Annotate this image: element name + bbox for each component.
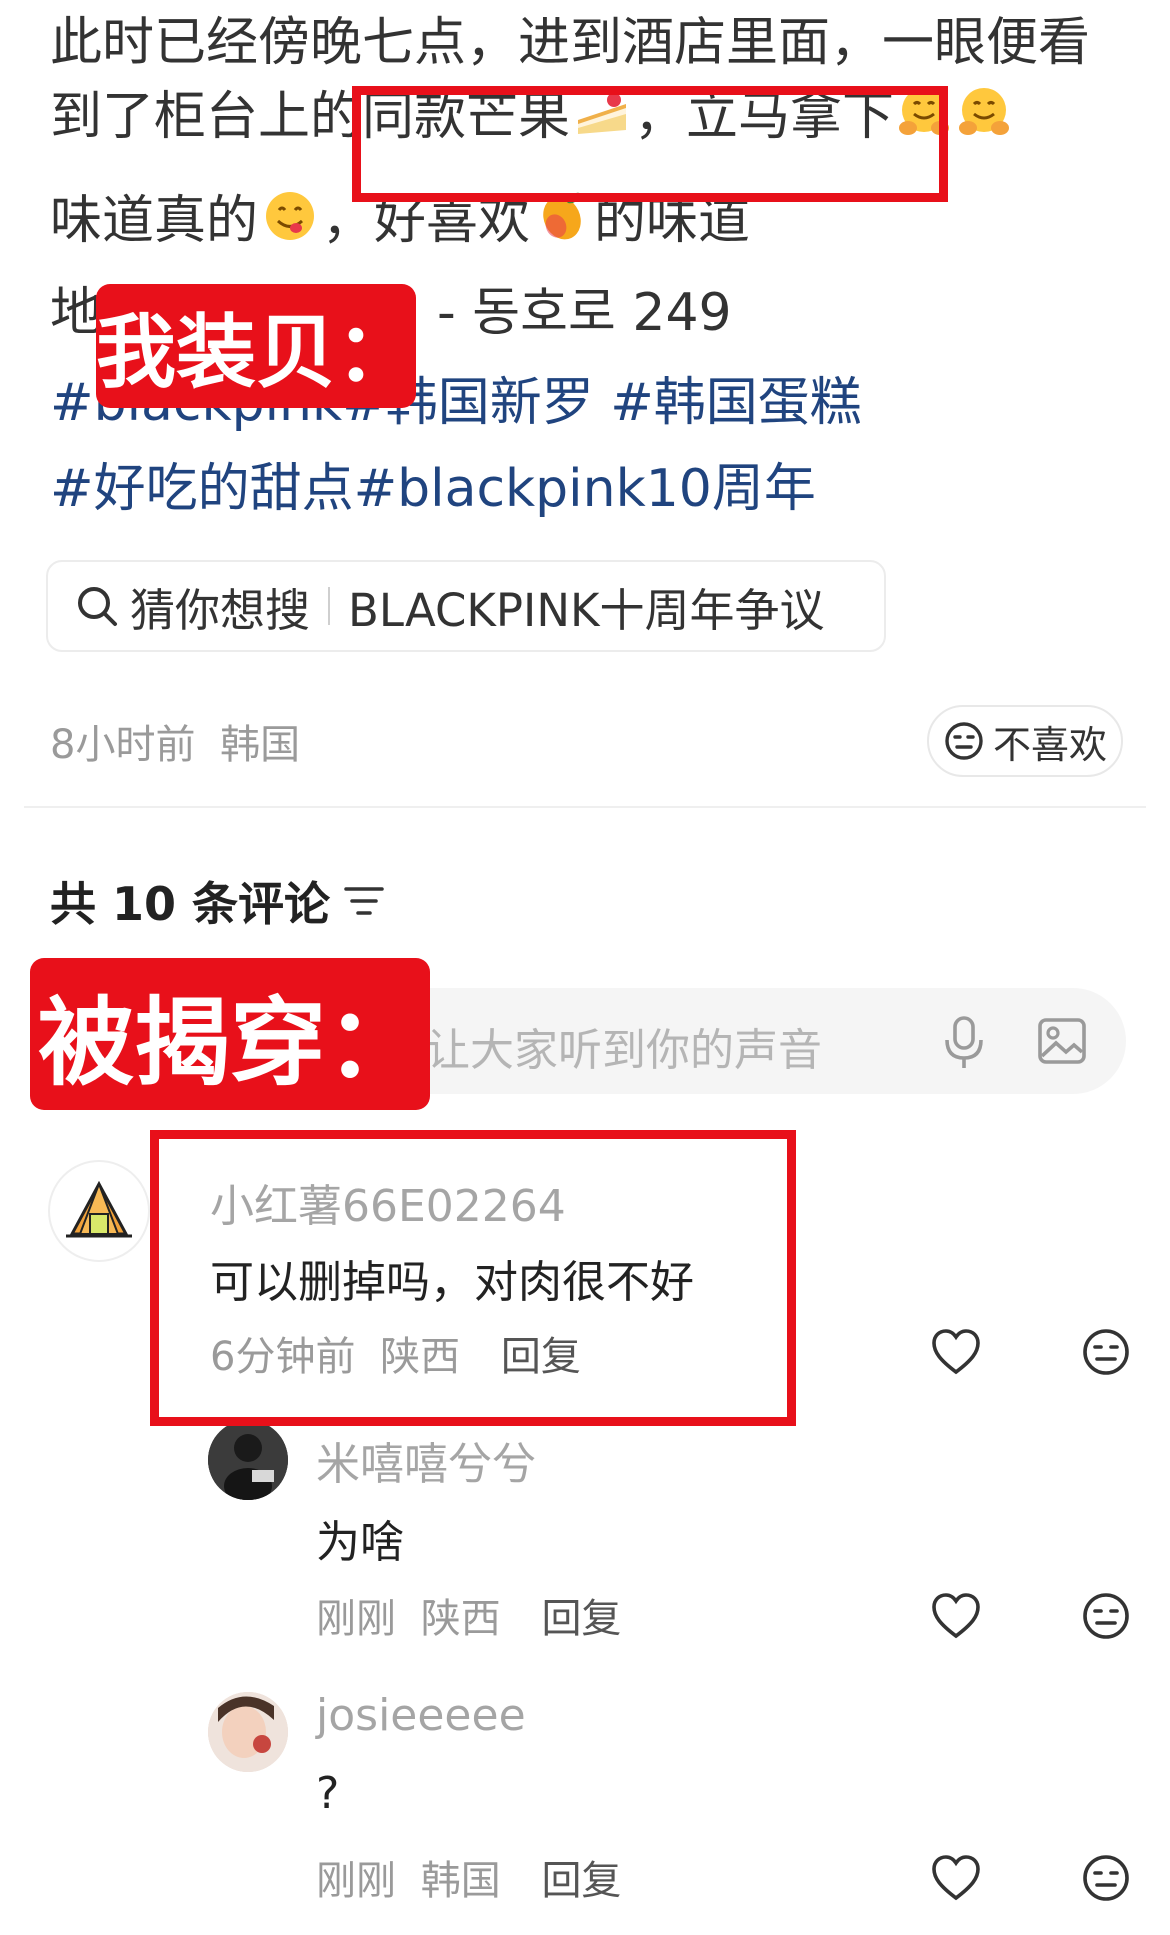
tent-icon (66, 1180, 132, 1238)
dislike-button[interactable]: 不喜欢 (927, 705, 1123, 777)
hashtag-link[interactable]: #好吃的甜点 (50, 459, 354, 519)
comment-input-placeholder: 让大家听到你的声音 (426, 1025, 822, 1076)
neutral-face-icon[interactable] (1080, 1852, 1132, 1904)
comment-time: 刚刚 (316, 1596, 396, 1642)
comment-location: 陕西 (420, 1596, 501, 1642)
highlight-box-product (352, 86, 948, 202)
divider (328, 587, 331, 625)
post-location: 韩国 (220, 722, 301, 768)
image-icon[interactable] (1036, 1016, 1088, 1070)
hashtag-link[interactable]: #blackpink10周年 (354, 459, 816, 519)
comment-time: 刚刚 (316, 1858, 396, 1904)
annotation-label-top: 我装贝： (96, 284, 416, 408)
comment-text: 为啥 (316, 1517, 404, 1568)
divider (24, 806, 1146, 808)
neutral-face-icon[interactable] (1080, 1326, 1132, 1378)
highlight-box-comment (150, 1130, 796, 1426)
search-icon (74, 583, 120, 629)
yum-emoji-icon (262, 188, 318, 260)
dislike-label: 不喜欢 (992, 722, 1107, 767)
comment-location: 韩国 (420, 1858, 501, 1904)
reply-button[interactable]: 回复 (541, 1596, 621, 1642)
annotation-label-bottom: 被揭穿： (30, 958, 430, 1110)
search-suggestion-bar[interactable]: 猜你想搜 BLACKPINK十周年争议 (46, 560, 886, 652)
heart-icon[interactable] (930, 1590, 982, 1642)
comment-meta: 刚刚 陕西 回复 (316, 1586, 621, 1644)
search-suggestion-query[interactable]: BLACKPINK十周年争议 (348, 574, 824, 639)
heart-icon[interactable] (930, 1852, 982, 1904)
hashtag-link[interactable]: #韩国蛋糕 (610, 373, 862, 433)
avatar[interactable] (208, 1692, 288, 1772)
neutral-face-icon[interactable] (1080, 1590, 1132, 1642)
search-suggestion-label: 猜你想搜 (130, 583, 311, 637)
comment-username[interactable]: josieeeee (316, 1690, 526, 1741)
comment-text: ? (316, 1768, 340, 1819)
avatar[interactable] (48, 1160, 150, 1262)
post-time: 8小时前 (50, 722, 196, 768)
comments-count-header: 共 10 条评论 (50, 868, 386, 934)
reply-button[interactable]: 回复 (541, 1858, 621, 1904)
avatar[interactable] (208, 1420, 288, 1500)
comment-username[interactable]: 米嘻嘻兮兮 (316, 1428, 536, 1492)
comment-meta: 刚刚 韩国 回复 (316, 1848, 621, 1906)
sort-icon[interactable] (342, 883, 386, 919)
post-text-line-1: 此时已经傍晚七点，进到酒店里面，一眼便看 (50, 13, 1091, 73)
microphone-icon[interactable] (940, 1014, 988, 1074)
comments-count: 共 10 条评论 (50, 877, 331, 931)
hug-emoji-icon (956, 84, 1012, 156)
post-meta: 8小时前 韩国 (50, 712, 300, 770)
heart-icon[interactable] (930, 1326, 982, 1378)
neutral-face-icon (943, 720, 985, 762)
